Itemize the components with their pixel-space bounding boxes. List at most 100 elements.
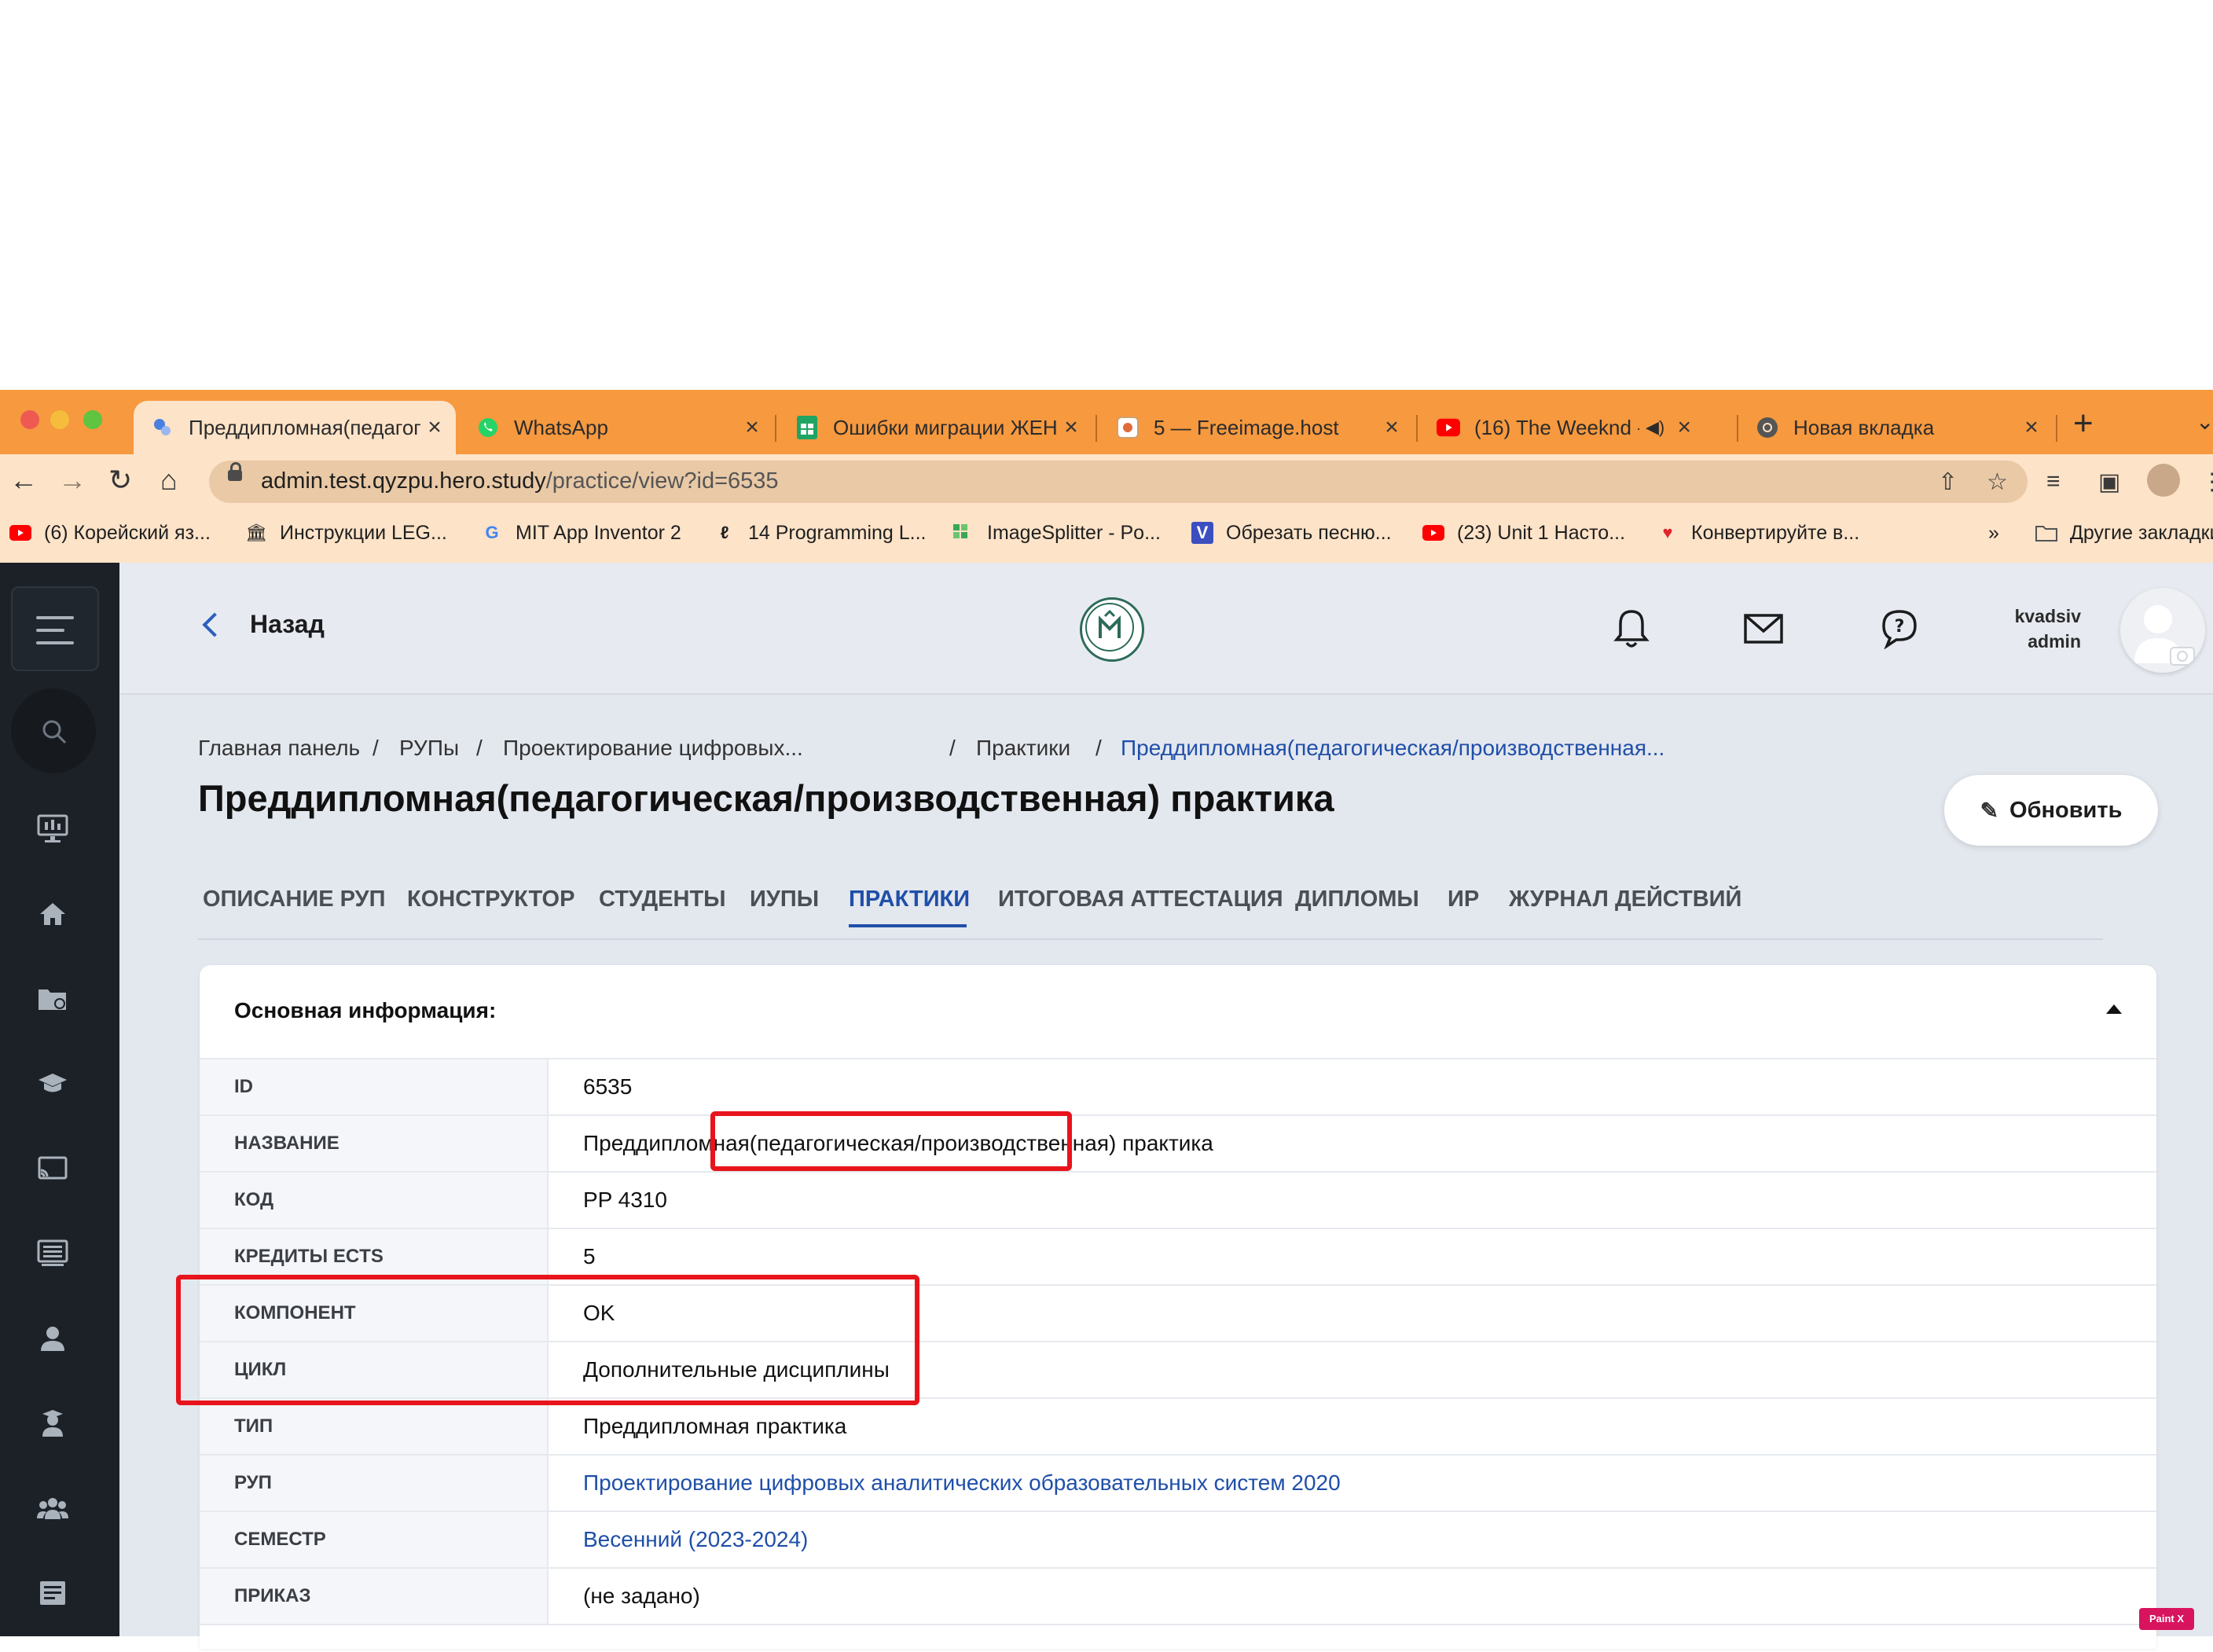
bookmark-item[interactable]: G MIT App Inventor 2 (481, 519, 681, 547)
university-logo[interactable] (1080, 597, 1144, 662)
chrome-icon (1756, 416, 1779, 439)
tab-students[interactable]: СТУДЕНТЫ (599, 887, 726, 912)
table-row: НАЗВАНИЕ Преддипломная(педагогическая/про… (200, 1115, 2156, 1173)
row-value: PP 4310 (548, 1172, 2156, 1229)
home-icon[interactable]: ⌂ (160, 464, 178, 497)
tab-final-attestation[interactable]: ИТОГОВАЯ АТТЕСТАЦИЯ (998, 887, 1283, 912)
user-info[interactable]: kvadsiv admin (1965, 604, 2081, 654)
semester-link[interactable]: Весенний (2023-2024) (548, 1511, 2156, 1569)
rup-link[interactable]: Проектирование цифровых аналитических об… (548, 1455, 2156, 1512)
graduation-cap-icon[interactable] (31, 1063, 74, 1105)
speaker-icon[interactable]: ◀) (1646, 417, 1664, 438)
bookmark-item[interactable]: V Обрезать песню... (1191, 519, 1392, 547)
window-minimize-button[interactable] (50, 410, 69, 429)
back-button[interactable]: Назад (202, 610, 325, 639)
tab-search-chevron-icon[interactable]: ⌄ (2196, 409, 2213, 435)
browser-tab[interactable]: Новая вкладка × (1738, 401, 2053, 454)
person-icon[interactable] (31, 1317, 74, 1360)
folder-info-icon[interactable] (31, 978, 74, 1020)
browser-tab[interactable]: Ошибки миграции ЖЕНПИ × (778, 401, 1092, 454)
tab-label: 5 — Freeimage.host (1154, 415, 1339, 439)
bookmark-star-icon[interactable]: ☆ (1987, 468, 2008, 496)
side-panel-icon[interactable]: ▣ (2098, 468, 2120, 496)
reload-icon[interactable]: ↻ (108, 464, 132, 497)
back-arrow-icon[interactable]: ← (9, 464, 38, 497)
window-zoom-button[interactable] (83, 410, 102, 429)
bookmark-item[interactable]: 🏛 Инструкции LEG... (245, 519, 447, 547)
share-icon[interactable]: ⇧ (1938, 468, 1958, 496)
mail-icon[interactable] (1740, 605, 1787, 652)
bookmark-label: Обрезать песню... (1226, 521, 1392, 544)
help-chat-icon[interactable]: ? (1877, 605, 1924, 652)
tab-separator (2056, 415, 2057, 442)
url-text[interactable]: admin.test.qyzpu.hero.study/practice/vie… (261, 468, 779, 494)
window-close-button[interactable] (20, 410, 39, 429)
annotation-highlight-name (710, 1111, 1072, 1171)
bookmarks-overflow-button[interactable]: » (1988, 519, 1999, 547)
monitor-chart-icon[interactable] (31, 808, 74, 850)
presentation-icon[interactable] (31, 1232, 74, 1275)
update-button[interactable]: ✎ Обновить (1944, 775, 2158, 846)
browser-tab[interactable]: WhatsApp × (459, 401, 773, 454)
imagesplitter-icon (952, 522, 974, 544)
close-icon[interactable]: × (1058, 414, 1084, 441)
tab-ir[interactable]: ИР (1448, 887, 1479, 912)
forward-arrow-icon[interactable]: → (58, 464, 86, 497)
new-tab-button[interactable]: + (2073, 404, 2094, 443)
close-icon[interactable]: × (739, 414, 765, 441)
card-header[interactable]: Основная информация: (200, 965, 2156, 1059)
profile-avatar[interactable] (2147, 464, 2180, 497)
pencil-icon: ✎ (1980, 798, 1999, 823)
tab-label: Преддипломная(педагогическая/производств… (189, 415, 421, 439)
sidebar-search-button[interactable] (11, 688, 96, 773)
tab-practices[interactable]: ПРАКТИКИ (849, 887, 970, 912)
cast-screen-icon[interactable] (31, 1147, 74, 1190)
document-list-icon[interactable] (31, 1572, 74, 1614)
menu-toggle-button[interactable] (11, 586, 99, 671)
heart-icon: ♥ (1662, 523, 1673, 542)
tab-diplomas[interactable]: ДИПЛОМЫ (1295, 887, 1419, 912)
bookmark-item[interactable]: (6) Корейский яз... (9, 519, 211, 547)
breadcrumb-item[interactable]: Главная панель (198, 736, 360, 761)
close-icon[interactable]: × (421, 414, 448, 441)
tab-iups[interactable]: ИУПЫ (750, 887, 819, 912)
tab-label: WhatsApp (514, 415, 608, 439)
bookmark-item[interactable]: ♥ Конвертируйте в... (1657, 519, 1859, 547)
row-value: Преддипломная практика (548, 1398, 2156, 1456)
tab-rup-description[interactable]: ОПИСАНИЕ РУП (203, 887, 385, 912)
browser-tab[interactable]: 5 — Freeimage.host × (1099, 401, 1413, 454)
lock-icon[interactable] (228, 462, 242, 481)
bell-icon[interactable] (1608, 605, 1655, 652)
tab-constructor[interactable]: КОНСТРУКТОР (407, 887, 574, 912)
home-icon[interactable] (31, 893, 74, 935)
browser-tab[interactable]: Преддипломная(педагогическая/производств… (134, 401, 456, 454)
close-icon[interactable]: × (1378, 414, 1405, 441)
close-icon[interactable]: × (2018, 414, 2045, 441)
browser-tab[interactable]: (16) The Weeknd - Out of Time ◀) × (1419, 401, 1734, 454)
group-icon[interactable] (31, 1487, 74, 1529)
google-icon: G (485, 523, 499, 542)
breadcrumb-item[interactable]: РУПы (399, 736, 459, 761)
breadcrumb-item[interactable]: Проектирование цифровых... (503, 736, 803, 761)
tab-action-log[interactable]: ЖУРНАЛ ДЕЙСТВИЙ (1509, 887, 1741, 912)
freeimage-icon (1116, 416, 1140, 439)
youtube-icon (1422, 522, 1444, 544)
bookmark-item[interactable]: ℓ 14 Programming L... (714, 519, 927, 547)
avatar[interactable] (2120, 588, 2205, 673)
bookmark-item[interactable]: ImageSplitter - Po... (952, 519, 1161, 547)
media-control-icon[interactable]: ≡ (2046, 468, 2061, 495)
folder-icon (2035, 522, 2057, 544)
table-row: КОД PP 4310 (200, 1172, 2156, 1229)
bookmark-label: (23) Unit 1 Насто... (1457, 521, 1626, 544)
other-bookmarks-folder[interactable]: Другие закладки (2035, 519, 2213, 547)
bookmark-label: Конвертируйте в... (1691, 521, 1860, 544)
breadcrumb-item[interactable]: Практики (976, 736, 1070, 761)
bookmark-site-icon: ℓ (720, 523, 729, 542)
card-title: Основная информация: (234, 998, 497, 1022)
caret-up-icon[interactable] (2106, 1004, 2122, 1014)
more-vert-icon[interactable]: ⋮ (2200, 468, 2213, 496)
student-icon[interactable] (31, 1402, 74, 1445)
user-name: kvadsiv (2014, 606, 2081, 626)
bookmark-item[interactable]: (23) Unit 1 Насто... (1422, 519, 1625, 547)
close-icon[interactable]: × (1671, 414, 1697, 441)
